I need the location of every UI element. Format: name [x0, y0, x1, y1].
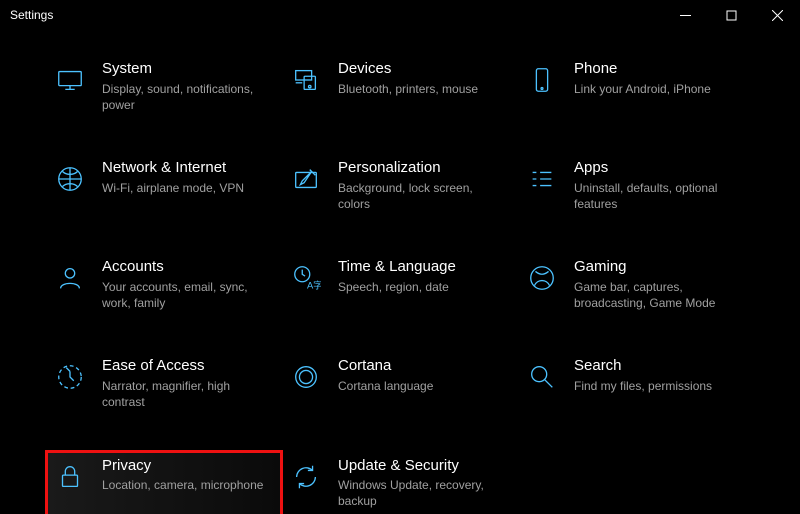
globe-icon [52, 161, 88, 197]
tile-title: System [102, 60, 272, 79]
settings-grid: System Display, sound, notifications, po… [0, 30, 800, 514]
tile-desc: Display, sound, notifications, power [102, 81, 272, 113]
tile-title: Privacy [102, 457, 263, 476]
xbox-icon [524, 260, 560, 296]
close-button[interactable] [754, 0, 800, 30]
tile-cortana[interactable]: Cortana Cortana language [282, 351, 518, 420]
titlebar: Settings [0, 0, 800, 30]
tile-title: Gaming [574, 258, 744, 277]
tile-desc: Narrator, magnifier, high contrast [102, 378, 272, 410]
window-title: Settings [10, 8, 53, 22]
tile-personalization[interactable]: Personalization Background, lock screen,… [282, 153, 518, 222]
tile-network[interactable]: Network & Internet Wi-Fi, airplane mode,… [46, 153, 282, 222]
tile-desc: Speech, region, date [338, 279, 456, 295]
tile-title: Phone [574, 60, 711, 79]
tile-title: Devices [338, 60, 478, 79]
phone-icon [524, 62, 560, 98]
minimize-button[interactable] [662, 0, 708, 30]
tile-desc: Location, camera, microphone [102, 477, 263, 493]
time-language-icon: A字 [288, 260, 324, 296]
window-controls [662, 0, 800, 30]
tile-desc: Uninstall, defaults, optional features [574, 180, 744, 212]
tile-title: Search [574, 357, 712, 376]
apps-icon [524, 161, 560, 197]
tile-desc: Bluetooth, printers, mouse [338, 81, 478, 97]
person-icon [52, 260, 88, 296]
tile-desc: Wi-Fi, airplane mode, VPN [102, 180, 244, 196]
tile-title: Apps [574, 159, 744, 178]
tile-ease-of-access[interactable]: Ease of Access Narrator, magnifier, high… [46, 351, 282, 420]
tile-title: Update & Security [338, 457, 508, 476]
paintbrush-icon [288, 161, 324, 197]
tile-desc: Game bar, captures, broadcasting, Game M… [574, 279, 744, 311]
tile-gaming[interactable]: Gaming Game bar, captures, broadcasting,… [518, 252, 754, 321]
tile-desc: Cortana language [338, 378, 433, 394]
update-icon [288, 459, 324, 495]
tile-title: Cortana [338, 357, 433, 376]
tile-title: Accounts [102, 258, 272, 277]
tile-title: Network & Internet [102, 159, 244, 178]
system-icon [52, 62, 88, 98]
tile-title: Personalization [338, 159, 508, 178]
tile-desc: Link your Android, iPhone [574, 81, 711, 97]
tile-privacy[interactable]: Privacy Location, camera, microphone [46, 451, 282, 514]
maximize-button[interactable] [708, 0, 754, 30]
devices-icon [288, 62, 324, 98]
svg-text:A字: A字 [307, 280, 321, 291]
tile-search[interactable]: Search Find my files, permissions [518, 351, 754, 420]
tile-devices[interactable]: Devices Bluetooth, printers, mouse [282, 54, 518, 123]
tile-time-language[interactable]: A字 Time & Language Speech, region, date [282, 252, 518, 321]
ease-of-access-icon [52, 359, 88, 395]
search-icon [524, 359, 560, 395]
lock-icon [52, 459, 88, 495]
tile-title: Time & Language [338, 258, 456, 277]
tile-desc: Background, lock screen, colors [338, 180, 508, 212]
cortana-icon [288, 359, 324, 395]
tile-desc: Your accounts, email, sync, work, family [102, 279, 272, 311]
tile-phone[interactable]: Phone Link your Android, iPhone [518, 54, 754, 123]
tile-system[interactable]: System Display, sound, notifications, po… [46, 54, 282, 123]
tile-apps[interactable]: Apps Uninstall, defaults, optional featu… [518, 153, 754, 222]
tile-update-security[interactable]: Update & Security Windows Update, recove… [282, 451, 518, 514]
tile-desc: Windows Update, recovery, backup [338, 477, 508, 509]
tile-accounts[interactable]: Accounts Your accounts, email, sync, wor… [46, 252, 282, 321]
tile-title: Ease of Access [102, 357, 272, 376]
tile-desc: Find my files, permissions [574, 378, 712, 394]
